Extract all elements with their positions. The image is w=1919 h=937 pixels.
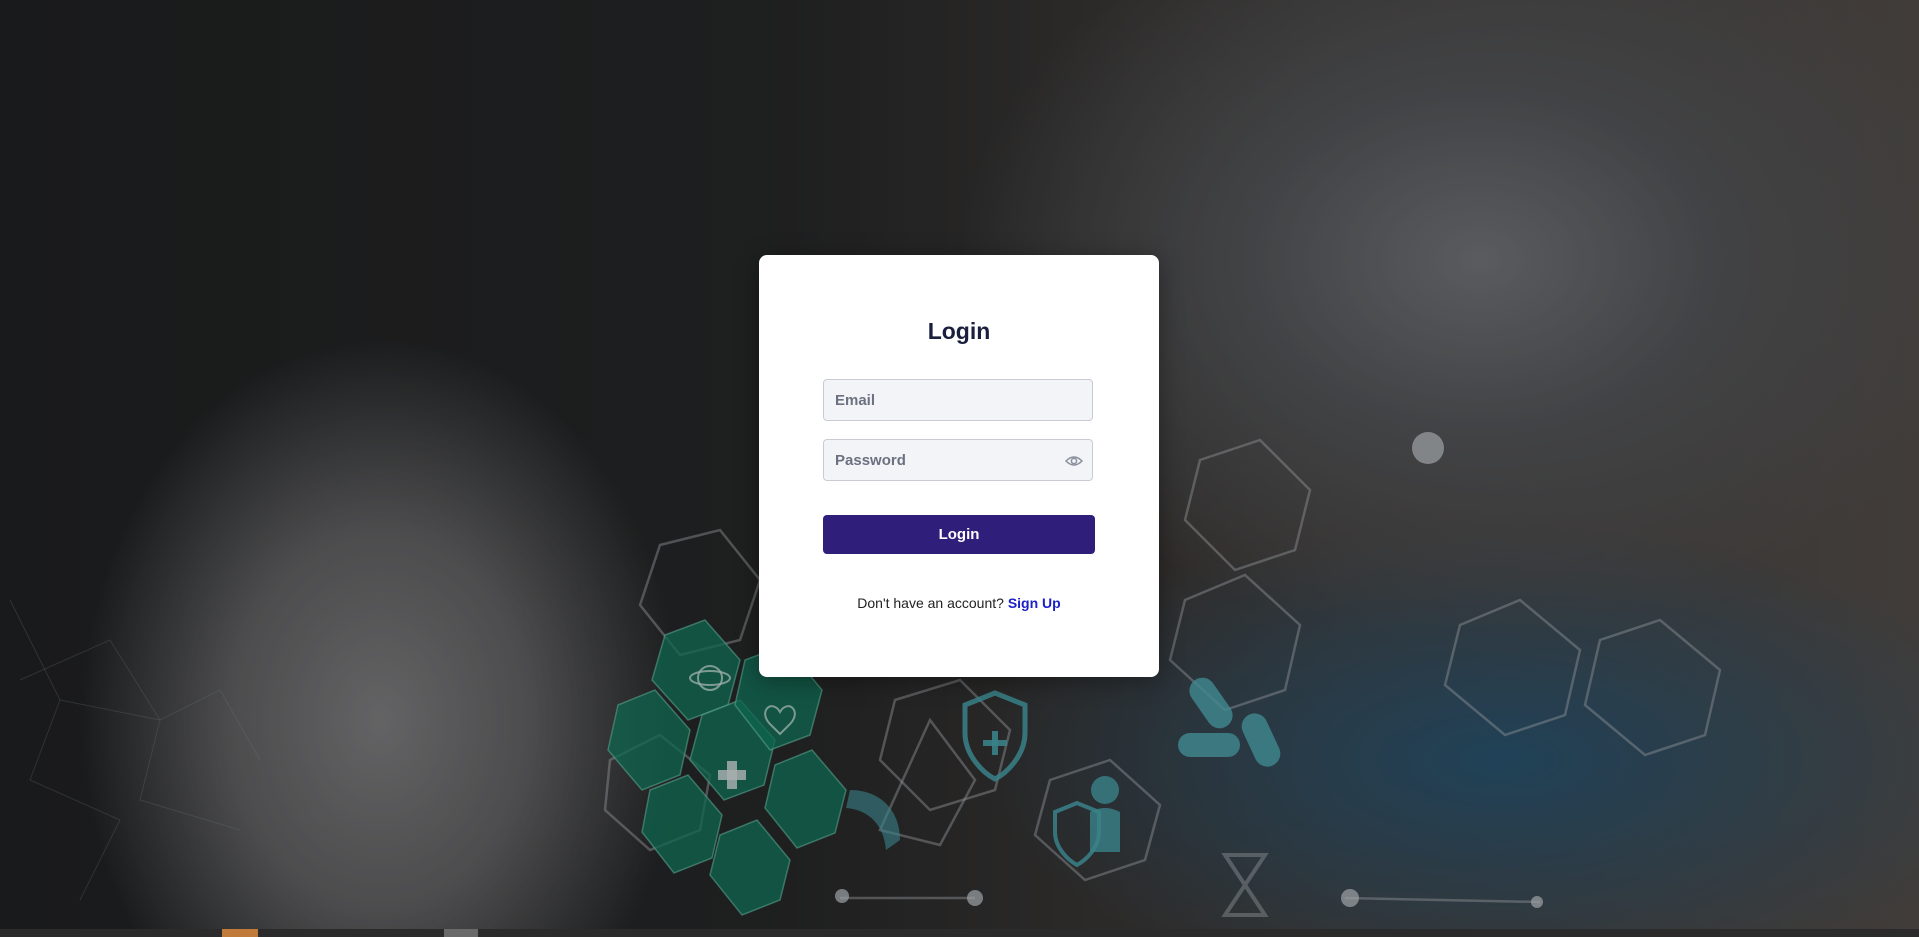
strip-marker xyxy=(222,929,258,937)
eye-icon[interactable] xyxy=(1064,453,1084,469)
login-button[interactable]: Login xyxy=(823,515,1095,554)
signup-row: Don't have an account? Sign Up xyxy=(759,595,1159,611)
bottom-strip xyxy=(0,929,1919,937)
login-title: Login xyxy=(927,318,991,344)
login-card: Login Login Don't have an account? Sign … xyxy=(759,255,1159,677)
password-input[interactable] xyxy=(824,440,1092,480)
email-field-wrapper xyxy=(823,379,1093,421)
password-field-wrapper xyxy=(823,439,1093,481)
signup-prompt: Don't have an account? xyxy=(857,595,1008,611)
strip-marker xyxy=(444,929,478,937)
email-input[interactable] xyxy=(824,380,1092,420)
signup-link[interactable]: Sign Up xyxy=(1008,595,1061,611)
